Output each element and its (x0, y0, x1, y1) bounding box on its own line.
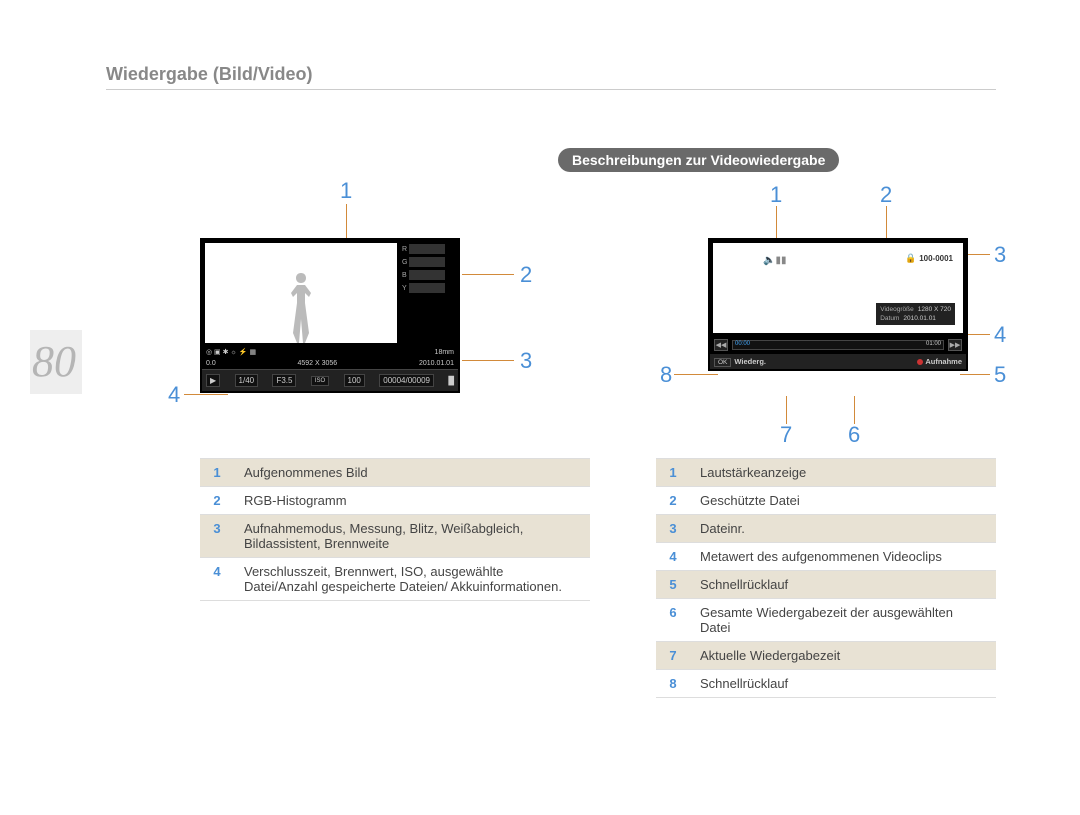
table-row: 6Gesamte Wiedergabezeit der ausgewählten… (656, 599, 996, 642)
meta-size-label: Videogröße (880, 306, 914, 313)
table-row: 4Verschlusszeit, Brennwert, ISO, ausgewä… (200, 558, 590, 601)
histogram-panel: R G B Y (400, 240, 458, 346)
vleader-5 (960, 374, 990, 375)
table-row: 8Schnellrücklauf (656, 670, 996, 698)
table-row: 4Metawert des aufgenommenen Videoclips (656, 543, 996, 571)
progress-track[interactable]: 00:00 01:00 (732, 340, 944, 350)
vid-callout-5: 5 (994, 362, 1006, 388)
vid-callout-4: 4 (994, 322, 1006, 348)
vid-callout-3: 3 (994, 242, 1006, 268)
image-legend-table: 1Aufgenommenes Bild 2RGB-Histogramm 3Auf… (200, 458, 590, 601)
video-frame-area: 🔈▮▮ 🔒 100-0001 Videogröße 1280 X 720 Datu… (713, 243, 963, 333)
table-row: 3Aufnahmemodus, Messung, Blitz, Weißabgl… (200, 515, 590, 558)
current-time: 00:00 (735, 341, 750, 347)
section-title: Wiedergabe (Bild/Video) (106, 64, 996, 90)
page-number: 80 (30, 330, 82, 394)
meta-date-label: Datum (880, 315, 899, 322)
video-legend-table: 1Lautstärkeanzeige 2Geschützte Datei 3Da… (656, 458, 996, 698)
ok-button[interactable]: OK (714, 358, 731, 367)
img-callout-3: 3 (520, 348, 532, 374)
image-playback-screen: R G B Y ◎ ▣ ✱ ☼ ⚡ ▦ 18mm 0.0 4592 X 3056… (200, 238, 460, 393)
hist-label-y: Y (402, 285, 407, 292)
resolution-value: 4592 X 3056 (297, 360, 337, 367)
img-callout-1: 1 (340, 178, 352, 204)
forward-button[interactable]: ▶▶ (948, 339, 962, 351)
leader-4 (184, 394, 228, 395)
playback-bar: ◀◀ 00:00 01:00 ▶▶ (710, 336, 966, 354)
battery-icon: █ (448, 376, 454, 385)
vid-callout-8: 8 (660, 362, 672, 388)
table-row: 2Geschützte Datei (656, 487, 996, 515)
rewind-button[interactable]: ◀◀ (714, 339, 728, 351)
hist-label-g: G (402, 259, 407, 266)
video-playback-screen: 🔈▮▮ 🔒 100-0001 Videogröße 1280 X 720 Datu… (708, 238, 968, 371)
exposure-value: 0.0 (206, 360, 216, 367)
table-row: 1Aufgenommenes Bild (200, 459, 590, 487)
meta-date-value: 2010.01.01 (903, 315, 936, 322)
person-silhouette-icon (283, 273, 319, 343)
leader-3 (462, 360, 514, 361)
record-dot-icon (917, 359, 923, 365)
iso-label: ISO (311, 376, 329, 386)
video-subtitle: Beschreibungen zur Videowiedergabe (558, 148, 839, 172)
leader-2 (462, 274, 514, 275)
table-row: 5Schnellrücklauf (656, 571, 996, 599)
file-number: 100-0001 (919, 254, 953, 263)
vleader-6 (854, 396, 855, 424)
vid-callout-2: 2 (880, 182, 892, 208)
volume-icon: 🔈▮▮ (763, 255, 787, 267)
play-icon: ▶ (206, 374, 220, 387)
table-row: 1Lautstärkeanzeige (656, 459, 996, 487)
vleader-7 (786, 396, 787, 424)
file-index: 1/40 (235, 374, 259, 387)
lock-icon: 🔒 (905, 253, 916, 264)
focal-length: 18mm (435, 349, 454, 356)
meta-size-value: 1280 X 720 (918, 306, 951, 313)
iso-value: 100 (344, 374, 365, 387)
table-row: 7Aktuelle Wiedergabezeit (656, 642, 996, 670)
record-label: Aufnahme (925, 357, 962, 366)
fnumber: F3.5 (272, 374, 296, 387)
play-label: Wiederg. (734, 357, 766, 366)
record-indicator: Aufnahme (917, 357, 962, 366)
vid-callout-1: 1 (770, 182, 782, 208)
hist-label-b: B (402, 272, 407, 279)
table-row: 2RGB-Histogramm (200, 487, 590, 515)
table-row: 3Dateinr. (656, 515, 996, 543)
vid-callout-7: 7 (780, 422, 792, 448)
date-value: 2010.01.01 (419, 360, 454, 367)
vid-callout-6: 6 (848, 422, 860, 448)
file-number-group: 🔒 100-0001 (905, 253, 953, 264)
video-meta-box: Videogröße 1280 X 720 Datum 2010.01.01 (876, 303, 955, 325)
hist-label-r: R (402, 246, 407, 253)
total-time: 01:00 (926, 341, 941, 347)
image-info-row-2: ▶ 1/40 F3.5 ISO 100 00004/00009 █ (202, 369, 458, 391)
img-callout-2: 2 (520, 262, 532, 288)
vleader-8 (674, 374, 718, 375)
img-callout-4: 4 (168, 382, 180, 408)
file-counter: 00004/00009 (379, 374, 434, 387)
image-info-row-1: ◎ ▣ ✱ ☼ ⚡ ▦ 18mm (202, 346, 458, 358)
captured-image-area (205, 243, 397, 343)
video-bottom-bar: OKWiederg. Aufnahme (710, 354, 966, 369)
